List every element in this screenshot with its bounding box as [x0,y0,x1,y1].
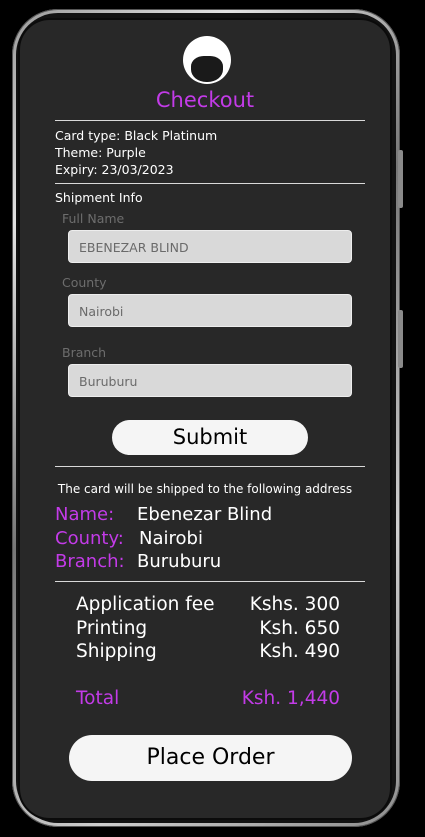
shipping-note: The card will be shipped to the followin… [57,482,353,496]
cost-label: Application fee [76,594,215,615]
page-title: Checkout [155,88,255,112]
card-type-text: Card type: Black Platinum [55,128,218,143]
divider [55,581,365,582]
cost-label: Shipping [76,641,157,662]
avatar-face-icon [191,56,223,82]
full-name-field[interactable]: EBENEZAR BLIND [68,230,352,263]
avatar[interactable] [183,36,231,84]
total-label: Total [76,688,120,709]
divider [55,183,365,184]
branch-address-value: Buruburu [137,551,222,572]
submit-button[interactable]: Submit [112,420,308,455]
power-button [398,310,403,368]
cost-value: Ksh. 490 [259,641,340,662]
branch-address-label: Branch: [55,551,125,572]
county-address-value: Nairobi [139,528,203,549]
divider [55,120,365,121]
county-address-label: County: [55,528,124,549]
name-label: Name: [55,504,115,525]
branch-field[interactable]: Buruburu [68,364,352,397]
volume-button [398,150,403,208]
place-order-button[interactable]: Place Order [69,735,352,781]
cost-value: Kshs. 300 [249,594,340,615]
card-theme-text: Theme: Purple [55,145,146,160]
county-field[interactable]: Nairobi [68,294,352,327]
county-label: County [62,275,107,290]
total-value: Ksh. 1,440 [241,688,340,709]
cost-label: Printing [76,618,148,639]
shipment-info-heading: Shipment Info [55,190,143,205]
full-name-label: Full Name [62,211,125,226]
name-value: Ebenezar Blind [137,504,273,525]
branch-label: Branch [62,345,107,360]
checkout-screen: Checkout Card type: Black Platinum Theme… [18,18,392,820]
divider [55,466,365,467]
cost-value: Ksh. 650 [259,618,340,639]
card-expiry-text: Expiry: 23/03/2023 [55,162,174,177]
